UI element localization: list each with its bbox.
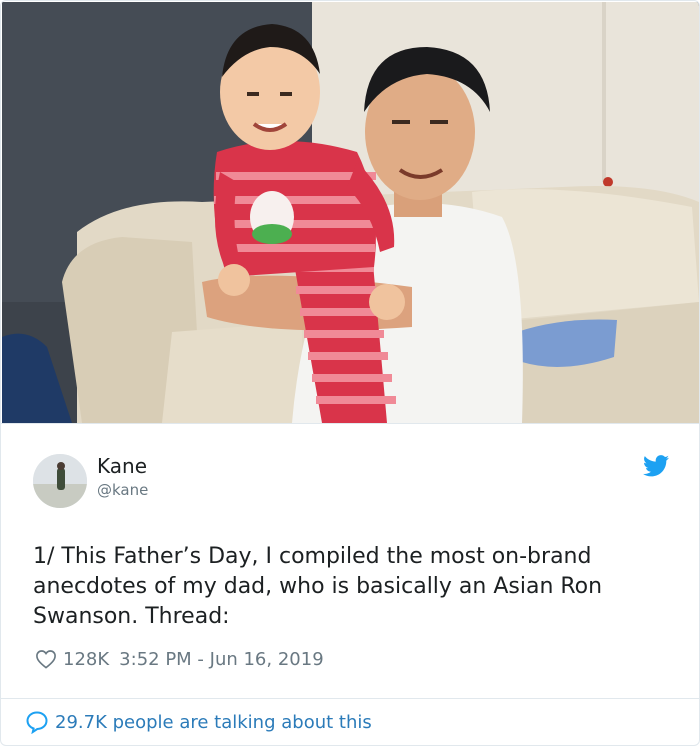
like-count[interactable]: 128K <box>63 649 109 670</box>
conversation-link[interactable]: 29.7K people are talking about this <box>25 709 372 735</box>
twitter-bird-icon[interactable] <box>643 455 669 477</box>
heart-icon[interactable] <box>35 649 57 669</box>
tweet-photo[interactable] <box>2 2 699 423</box>
tweet-meta: 128K 3:52 PM - Jun 16, 2019 <box>35 647 324 671</box>
tweet-timestamp[interactable]: 3:52 PM - Jun 16, 2019 <box>119 649 323 670</box>
tweet-text: 1/ This Father’s Day, I compiled the mos… <box>33 544 603 629</box>
display-name[interactable]: Kane <box>97 454 147 478</box>
footer-divider <box>1 698 699 699</box>
conversation-label[interactable]: 29.7K people are talking about this <box>55 712 372 733</box>
user-handle[interactable]: @kane <box>97 481 148 499</box>
embedded-tweet-card: Kane @kane 1/ This Father’s Day, I compi… <box>0 0 700 746</box>
avatar[interactable] <box>33 454 87 508</box>
speech-bubble-icon <box>26 711 48 734</box>
photo-divider <box>1 423 699 424</box>
